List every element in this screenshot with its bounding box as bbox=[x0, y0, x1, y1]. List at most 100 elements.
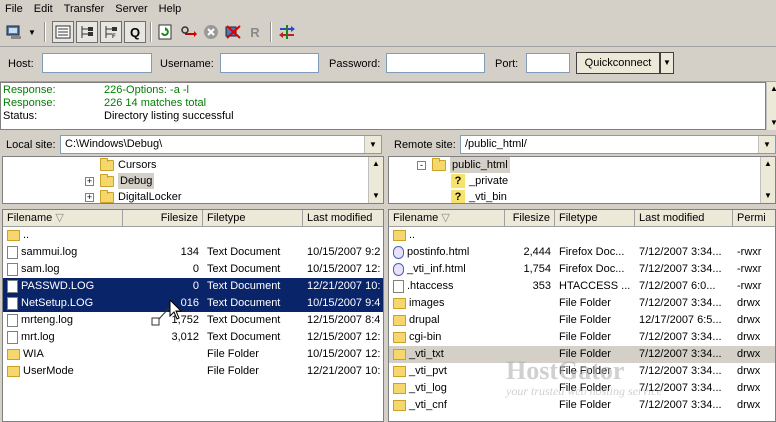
table-row[interactable]: UserMode File Folder 12/21/2007 10: bbox=[3, 363, 383, 380]
table-row[interactable]: mrt.log 3,012 Text Document 12/15/2007 12: bbox=[3, 329, 383, 346]
table-row[interactable]: NetSetup.LOG 016 Text Document 10/15/2007 9… bbox=[3, 295, 383, 312]
column-header-filename[interactable]: Filename ▽ bbox=[3, 210, 123, 227]
unknown-folder-icon: ? bbox=[451, 190, 465, 203]
menu-file[interactable]: File bbox=[0, 0, 29, 16]
tree-item[interactable]: ? _vti_bin bbox=[451, 189, 507, 203]
compare-icon[interactable] bbox=[276, 21, 298, 43]
table-row[interactable]: .htaccess 353 HTACCESS ... 7/12/2007 6:0...… bbox=[389, 278, 775, 295]
scroll-down-icon[interactable]: ▼ bbox=[761, 189, 775, 203]
file-icon bbox=[393, 279, 404, 293]
table-row[interactable]: WIA File Folder 10/15/2007 12: bbox=[3, 346, 383, 363]
folder-icon bbox=[393, 229, 406, 241]
table-row[interactable]: sam.log 0 Text Document 10/15/2007 12: bbox=[3, 261, 383, 278]
folder-icon bbox=[393, 399, 406, 411]
expand-icon[interactable]: + bbox=[85, 192, 94, 202]
host-label: Host: bbox=[8, 58, 34, 70]
scroll-up-icon[interactable]: ▲ bbox=[767, 82, 776, 96]
local-directory-tree: Cursors + Debug + DigitalLocker ▲ ▼ bbox=[2, 156, 384, 204]
quickconnect-bar: Host: Username: Password: Port: Quickcon… bbox=[0, 47, 776, 82]
tree-item[interactable]: - public_html bbox=[417, 157, 510, 173]
remote-site-bar: Remote site: /public_html/ ▼ bbox=[388, 133, 776, 156]
log-scrollbar[interactable]: ▲ ▼ bbox=[766, 82, 776, 130]
tree-item[interactable]: Cursors bbox=[100, 157, 157, 173]
scroll-up-icon[interactable]: ▲ bbox=[369, 157, 383, 171]
port-input[interactable] bbox=[526, 53, 570, 73]
table-row[interactable]: cgi-bin File Folder 7/12/2007 3:34... drwx bbox=[389, 329, 775, 346]
file-icon bbox=[7, 330, 18, 344]
remote-tree-toggle-icon[interactable]: F bbox=[100, 21, 122, 43]
process-queue-icon[interactable] bbox=[178, 21, 200, 43]
remote-path-input[interactable]: /public_html/ ▼ bbox=[460, 135, 776, 154]
menu-server[interactable]: Server bbox=[110, 0, 153, 16]
tree-item[interactable]: ? _private bbox=[451, 173, 508, 189]
column-header-filesize[interactable]: Filesize bbox=[505, 210, 555, 227]
collapse-icon[interactable]: - bbox=[417, 160, 426, 170]
disconnect-icon[interactable] bbox=[222, 21, 244, 43]
tree-item[interactable]: + Debug bbox=[85, 173, 155, 189]
expand-icon[interactable]: + bbox=[85, 176, 94, 186]
table-row[interactable]: drupal File Folder 12/17/2007 6:5... drwx bbox=[389, 312, 775, 329]
log-row: Status: Directory listing successful bbox=[3, 110, 234, 122]
column-header-filetype[interactable]: Filetype bbox=[555, 210, 635, 227]
folder-icon bbox=[100, 173, 114, 187]
folder-icon bbox=[432, 157, 446, 171]
table-row[interactable]: images File Folder 7/12/2007 3:34... drwx bbox=[389, 295, 775, 312]
folder-icon bbox=[7, 365, 20, 377]
message-log-toggle-icon[interactable] bbox=[52, 21, 74, 43]
column-header-filename[interactable]: Filename ▽ bbox=[389, 210, 505, 227]
folder-icon bbox=[393, 297, 406, 309]
chevron-down-icon[interactable]: ▼ bbox=[758, 136, 775, 153]
username-label: Username: bbox=[160, 58, 214, 70]
table-row[interactable]: .. bbox=[389, 227, 775, 244]
quickconnect-history-dropdown[interactable]: ▼ bbox=[660, 52, 674, 74]
tree-item[interactable]: + DigitalLocker bbox=[85, 189, 182, 203]
scroll-down-icon[interactable]: ▼ bbox=[767, 116, 776, 130]
cancel-icon[interactable] bbox=[200, 21, 222, 43]
menu-edit[interactable]: Edit bbox=[29, 0, 59, 16]
username-input[interactable] bbox=[220, 53, 319, 73]
table-row[interactable]: mrteng.log 1,752 Text Document 12/15/2007 8… bbox=[3, 312, 383, 329]
scroll-down-icon[interactable]: ▼ bbox=[369, 189, 383, 203]
dropdown-arrow-icon[interactable]: ▼ bbox=[26, 21, 38, 43]
table-row[interactable]: sammui.log 134 Text Document 10/15/2007 9:2 bbox=[3, 244, 383, 261]
menu-transfer[interactable]: Transfer bbox=[59, 0, 111, 16]
svg-text:F: F bbox=[112, 34, 116, 39]
column-header-filetype[interactable]: Filetype bbox=[203, 210, 303, 227]
scroll-up-icon[interactable]: ▲ bbox=[761, 157, 775, 171]
menu-help[interactable]: Help bbox=[154, 0, 188, 16]
sort-icon: ▽ bbox=[55, 212, 64, 224]
chevron-down-icon[interactable]: ▼ bbox=[364, 136, 381, 153]
host-input[interactable] bbox=[42, 53, 152, 73]
remote-tree-scrollbar[interactable]: ▲ ▼ bbox=[760, 157, 775, 203]
table-row[interactable]: postinfo.html 2,444 Firefox Doc... 7/12/200… bbox=[389, 244, 775, 261]
local-site-bar: Local site: C:\Windows\Debug\ ▼ bbox=[0, 133, 384, 156]
file-icon bbox=[7, 245, 18, 259]
remote-site-label: Remote site: bbox=[394, 139, 456, 151]
file-icon bbox=[7, 262, 18, 276]
table-row[interactable]: PASSWD.LOG 0 Text Document 12/21/2007 10: bbox=[3, 278, 383, 295]
refresh-icon[interactable] bbox=[154, 21, 176, 43]
folder-icon bbox=[393, 331, 406, 343]
reconnect-icon[interactable]: R bbox=[244, 21, 266, 43]
column-header-filesize[interactable]: Filesize bbox=[123, 210, 203, 227]
column-header-last-modified[interactable]: Last modified bbox=[635, 210, 733, 227]
site-manager-icon[interactable] bbox=[4, 21, 26, 43]
transfer-queue-icon[interactable]: Q bbox=[124, 21, 146, 43]
local-path-input[interactable]: C:\Windows\Debug\ ▼ bbox=[60, 135, 382, 154]
sort-icon: ▽ bbox=[441, 212, 450, 224]
table-row[interactable]: _vti_inf.html 1,754 Firefox Doc... 7/12/200… bbox=[389, 261, 775, 278]
file-icon bbox=[7, 313, 18, 327]
local-tree-toggle-icon[interactable] bbox=[76, 21, 98, 43]
table-row[interactable]: _vti_cnf File Folder 7/12/2007 3:34... drwx bbox=[389, 397, 775, 414]
column-header-last-modified[interactable]: Last modified bbox=[303, 210, 383, 227]
firefox-document-icon bbox=[393, 245, 404, 259]
firefox-document-icon bbox=[393, 262, 404, 276]
password-label: Password: bbox=[329, 58, 381, 70]
table-row[interactable]: .. bbox=[3, 227, 383, 244]
column-header-permissions[interactable]: Permi bbox=[733, 210, 775, 227]
password-input[interactable] bbox=[386, 53, 485, 73]
log-row: Response: 226-Options: -a -l bbox=[3, 84, 189, 96]
quickconnect-button[interactable]: Quickconnect bbox=[576, 52, 660, 74]
local-tree-scrollbar[interactable]: ▲ ▼ bbox=[368, 157, 383, 203]
folder-icon bbox=[7, 229, 20, 241]
